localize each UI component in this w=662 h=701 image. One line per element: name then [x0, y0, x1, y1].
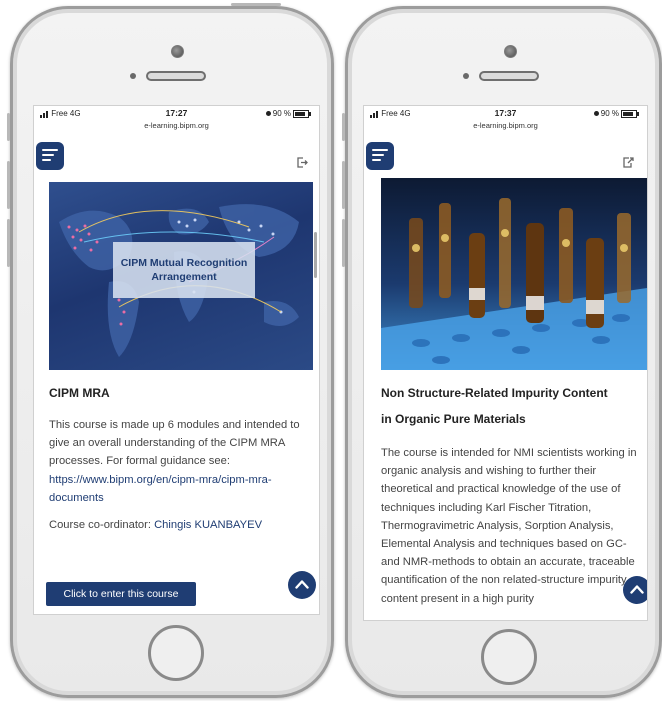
- front-camera: [504, 45, 517, 58]
- vials-photo-graphic: [381, 198, 647, 370]
- volume-down-button: [7, 219, 10, 267]
- battery-status: 90 %: [265, 109, 311, 118]
- enter-course-button[interactable]: Click to enter this course: [46, 582, 196, 606]
- status-bar: Free 4G 17:37 90 % e-learning.bipm.org: [364, 106, 647, 134]
- chevron-up-icon: [295, 580, 309, 589]
- course-hero-image: [381, 178, 647, 370]
- lock-rotation-icon: [593, 111, 599, 117]
- screen: Free 4G 17:37 90 % e-learning.bipm.org N…: [363, 105, 648, 621]
- proximity-sensor: [130, 73, 136, 79]
- battery-label: 90 %: [272, 109, 291, 118]
- url-bar[interactable]: e-learning.bipm.org: [34, 121, 319, 130]
- status-bar: Free 4G 17:27 90 % e-learning.bipm.org: [34, 106, 319, 134]
- menu-icon[interactable]: [36, 142, 64, 170]
- course-hero-image: CIPM Mutual Recognition Arrangement: [49, 182, 313, 370]
- course-description: This course is made up 6 modules and int…: [49, 416, 311, 507]
- phone-right: Free 4G 17:37 90 % e-learning.bipm.org N…: [342, 6, 662, 698]
- earpiece-speaker: [479, 71, 539, 81]
- scroll-to-top-button[interactable]: [623, 576, 647, 604]
- scrollbar[interactable]: [314, 232, 317, 278]
- phone-left: Free 4G 17:27 90 % e-learning.bipm.org C…: [7, 3, 334, 698]
- coordinator-label: Course co-ordinator:: [49, 519, 151, 531]
- home-button[interactable]: [148, 625, 204, 681]
- home-button[interactable]: [481, 629, 537, 685]
- menu-icon[interactable]: [366, 142, 394, 170]
- course-coordinator: Course co-ordinator: Chingis KUANBAYEV: [49, 516, 311, 534]
- course-title: CIPM MRA: [49, 386, 110, 400]
- mute-switch: [7, 113, 10, 141]
- battery-label: 90 %: [600, 109, 619, 118]
- guidance-link[interactable]: https://www.bipm.org/en/cipm-mra/cipm-mr…: [49, 474, 272, 504]
- chevron-up-icon: [630, 585, 644, 594]
- front-camera: [171, 45, 184, 58]
- course-title-line-1: Non Structure-Related Impurity Content: [381, 386, 608, 400]
- volume-up-button: [342, 161, 345, 209]
- course-description-text: This course is made up 6 modules and int…: [49, 419, 300, 468]
- lock-rotation-icon: [265, 111, 271, 117]
- exit-icon[interactable]: [622, 156, 635, 172]
- earpiece-speaker: [146, 71, 206, 81]
- volume-up-button: [7, 161, 10, 209]
- course-description: The course is intended for NMI scientist…: [381, 447, 637, 605]
- url-bar[interactable]: e-learning.bipm.org: [364, 121, 647, 130]
- proximity-sensor: [463, 73, 469, 79]
- volume-down-button: [342, 219, 345, 267]
- coordinator-link[interactable]: Chingis KUANBAYEV: [154, 519, 262, 531]
- screen: Free 4G 17:27 90 % e-learning.bipm.org C…: [33, 105, 320, 615]
- mute-switch: [342, 113, 345, 141]
- battery-icon: [293, 109, 311, 118]
- battery-icon: [621, 109, 639, 118]
- hero-title-card: CIPM Mutual Recognition Arrangement: [113, 242, 255, 298]
- battery-status: 90 %: [593, 109, 639, 118]
- course-title-line-2: in Organic Pure Materials: [381, 412, 526, 426]
- power-button: [231, 3, 281, 6]
- exit-icon[interactable]: [296, 156, 309, 172]
- scroll-to-top-button[interactable]: [288, 571, 316, 599]
